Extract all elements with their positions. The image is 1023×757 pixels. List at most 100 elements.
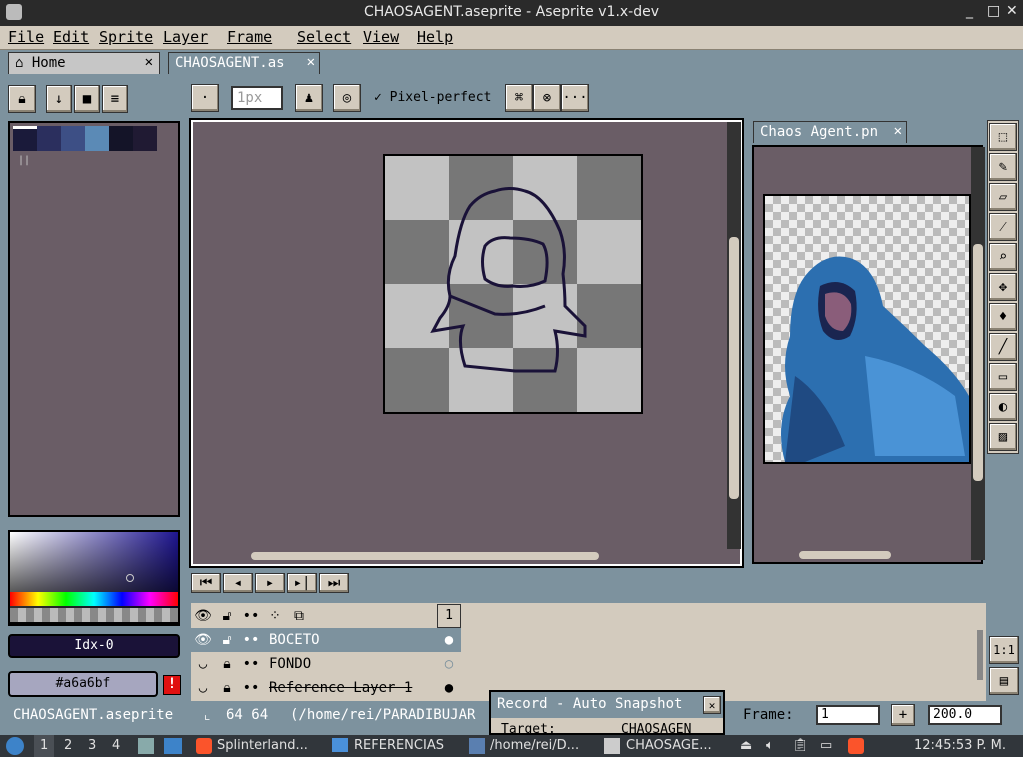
taskbar-app-referencias[interactable]: REFERENCIAS [354, 738, 444, 753]
menu-lines-icon[interactable]: ≡ [102, 85, 128, 113]
square-icon[interactable]: ■ [74, 85, 100, 113]
horizontal-scrollbar[interactable] [251, 552, 599, 560]
cel-icon[interactable]: ● [437, 632, 461, 648]
next-frame-icon[interactable]: ▸| [287, 573, 317, 593]
close-icon[interactable]: ✕ [703, 696, 721, 714]
more-button[interactable]: ··· [561, 84, 589, 112]
layer-name[interactable]: BOCETO [263, 632, 437, 648]
target-icon[interactable]: ◎ [333, 84, 361, 112]
contour-tool-icon[interactable]: ◐ [989, 393, 1017, 421]
eyedropper-tool-icon[interactable]: ⁄ [989, 213, 1017, 241]
play-icon[interactable]: ▸ [255, 573, 285, 593]
brush-size-input[interactable]: 1px [231, 86, 283, 110]
tab-home[interactable]: ⌂ Home ✕ [8, 52, 160, 74]
sprite-canvas[interactable] [383, 154, 643, 414]
menu-layer[interactable]: Layer [163, 28, 208, 46]
options-icon[interactable]: ⊗ [533, 84, 561, 112]
eye-icon[interactable]: 👁︎ [191, 608, 215, 624]
workspace-3[interactable]: 3 [88, 738, 96, 753]
color-hex[interactable]: #a6a6bf [8, 671, 158, 697]
warning-icon[interactable]: ! [163, 675, 181, 695]
move-tool-icon[interactable]: ✥ [989, 273, 1017, 301]
layer-row-boceto[interactable]: 👁︎ 🔓︎ •• BOCETO ● [191, 628, 461, 652]
workspace-2[interactable]: 2 [64, 738, 72, 753]
start-menu-icon[interactable] [6, 737, 24, 755]
prev-frame-icon[interactable]: ◂ [223, 573, 253, 593]
eye-closed-icon[interactable]: ◡ [191, 656, 215, 672]
zoom-tool-icon[interactable]: ⌕ [989, 243, 1017, 271]
tab-document[interactable]: CHAOSAGENT.as ✕ [168, 52, 320, 74]
maximize-icon[interactable]: □ [987, 3, 1000, 19]
monitor-icon[interactable]: ▭ [820, 738, 832, 753]
menu-select[interactable]: Select [297, 28, 351, 46]
eject-icon[interactable]: ⏏ [740, 738, 752, 753]
brush-type-button[interactable]: · [191, 84, 219, 112]
aseprite-icon[interactable] [604, 738, 620, 754]
preview-horizontal-scrollbar[interactable] [799, 551, 891, 559]
palette-swatch[interactable] [133, 126, 157, 151]
add-frame-icon[interactable]: + [891, 704, 915, 726]
tab-preview[interactable]: Chaos Agent.pn ✕ [753, 121, 907, 143]
tab-close-icon[interactable]: ✕ [894, 123, 902, 139]
canvas-viewport[interactable] [189, 118, 744, 568]
menu-frame[interactable]: Frame [227, 28, 272, 46]
frame-input[interactable]: 1 [816, 705, 880, 725]
blur-tool-icon[interactable]: ▨ [989, 423, 1017, 451]
brave-icon[interactable] [196, 738, 212, 754]
folder-icon[interactable] [332, 738, 348, 752]
brave-tray-icon[interactable] [848, 738, 864, 754]
hue-slider[interactable] [10, 592, 178, 606]
zoom-1-1-button[interactable]: 1:1 [989, 636, 1019, 664]
clipboard-icon[interactable]: 📋︎ [792, 738, 809, 753]
lock-icon[interactable]: 🔓︎ [215, 632, 239, 648]
taskbar-app-chaosagent[interactable]: CHAOSAGE... [626, 738, 712, 753]
palette-swatch[interactable] [37, 126, 61, 151]
symmetry-icon[interactable]: ⌘ [505, 84, 533, 112]
last-frame-icon[interactable]: ⏭ [319, 573, 349, 593]
palette-swatch[interactable] [13, 126, 37, 151]
link-icon[interactable]: •• [239, 656, 263, 672]
link-icon[interactable]: •• [239, 632, 263, 648]
link-icon[interactable]: •• [239, 608, 263, 624]
palette-swatch[interactable] [109, 126, 133, 151]
marquee-tool-icon[interactable]: ⬚ [989, 123, 1017, 151]
cel-icon[interactable]: ● [437, 680, 461, 696]
color-index[interactable]: Idx-0 [8, 634, 180, 658]
lock-icon[interactable]: 🔒︎ [215, 656, 239, 672]
palette-swatch[interactable] [85, 126, 109, 151]
editor-icon[interactable] [469, 738, 485, 754]
cel-icon[interactable]: ○ [437, 656, 461, 672]
lock-icon[interactable]: 🔒︎ [8, 85, 36, 113]
layer-name[interactable]: Reference Layer 1 [263, 680, 437, 696]
desktop-icon[interactable] [164, 738, 182, 754]
minimize-icon[interactable]: _ [966, 3, 973, 19]
ink-icon[interactable]: ♟ [295, 84, 323, 112]
menu-help[interactable]: Help [417, 28, 453, 46]
film-icon[interactable]: ▤ [989, 667, 1019, 695]
eraser-tool-icon[interactable]: ▱ [989, 183, 1017, 211]
alpha-slider[interactable] [10, 608, 178, 622]
workspace-1[interactable]: 1 [40, 738, 48, 753]
volume-icon[interactable]: 🔈︎ [766, 738, 774, 753]
arrow-down-icon[interactable]: ↓ [46, 85, 72, 113]
lock-icon[interactable]: 🔓︎ [215, 608, 239, 624]
menu-edit[interactable]: Edit [53, 28, 89, 46]
rectangle-tool-icon[interactable]: ▭ [989, 363, 1017, 391]
eye-closed-icon[interactable]: ◡ [191, 680, 215, 696]
layer-name[interactable]: FONDO [263, 656, 437, 672]
vertical-scrollbar[interactable] [729, 237, 739, 499]
link-icon[interactable]: •• [239, 680, 263, 696]
pixel-perfect-checkbox[interactable]: ✓ Pixel-perfect [374, 90, 491, 105]
close-icon[interactable]: ✕ [1006, 3, 1018, 19]
layer-row-fondo[interactable]: ◡ 🔒︎ •• FONDO ○ [191, 652, 461, 676]
menu-sprite[interactable]: Sprite [99, 28, 153, 46]
taskbar-app-splinterlands[interactable]: Splinterland... [217, 738, 308, 753]
tab-close-icon[interactable]: ✕ [145, 54, 153, 70]
fill-tool-icon[interactable]: ♦ [989, 303, 1017, 331]
pencil-tool-icon[interactable]: ✎ [989, 153, 1017, 181]
files-icon[interactable] [138, 738, 154, 754]
taskbar-app-home[interactable]: /home/rei/D... [490, 738, 579, 753]
layer-options-icon[interactable]: ⧉ [287, 608, 311, 624]
eye-icon[interactable]: 👁︎ [191, 632, 215, 648]
menu-file[interactable]: File [8, 28, 44, 46]
